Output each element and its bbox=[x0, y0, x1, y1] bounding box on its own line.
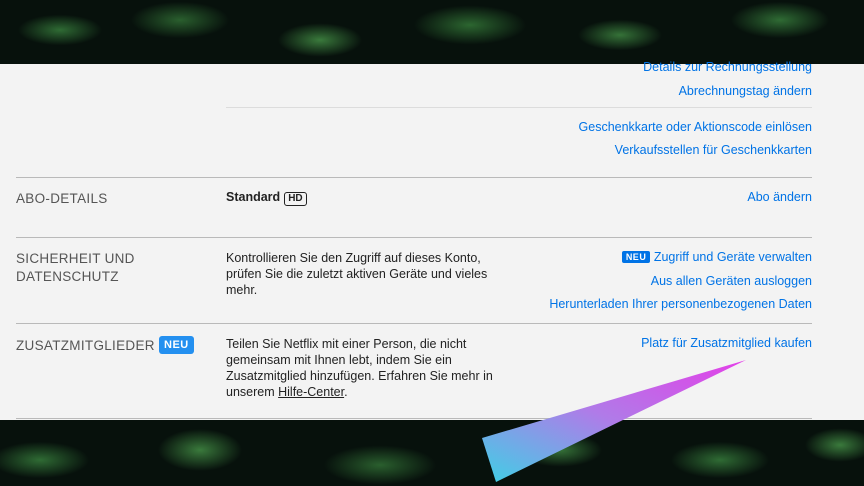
extra-members-description-line2: gemeinsam mit Ihnen lebt, indem Sie ein bbox=[226, 353, 452, 367]
section-divider bbox=[16, 177, 812, 178]
security-description-line3: mehr. bbox=[226, 283, 258, 297]
buy-extra-member-slot-link[interactable]: Platz für Zusatzmitglied kaufen bbox=[641, 336, 812, 350]
extra-members-description-line3: Zusatzmitglied hinzufügen. Erfahren Sie … bbox=[226, 369, 493, 383]
security-description-line1: Kontrollieren Sie den Zugriff auf dieses… bbox=[226, 251, 481, 265]
hd-badge: HD bbox=[284, 192, 307, 206]
gift-card-retailers-link[interactable]: Verkaufsstellen für Geschenkkarten bbox=[615, 143, 812, 157]
manage-access-devices-link[interactable]: NEU Zugriff und Geräte verwalten bbox=[621, 250, 812, 264]
manage-access-devices-label: Zugriff und Geräte verwalten bbox=[653, 250, 812, 264]
security-title: SICHERHEIT UND DATENSCHUTZ bbox=[16, 250, 135, 286]
new-badge: NEU bbox=[621, 251, 651, 263]
extra-members-title: ZUSATZMITGLIEDER bbox=[16, 338, 155, 353]
security-title-line1: SICHERHEIT UND bbox=[16, 251, 135, 266]
help-center-link[interactable]: Hilfe-Center bbox=[278, 385, 344, 399]
background-leaves-top bbox=[0, 0, 864, 64]
extra-members-description-line4-suffix: . bbox=[344, 385, 348, 399]
new-badge: NEU bbox=[159, 336, 194, 354]
billing-details-link[interactable]: Details zur Rechnungsstellung bbox=[643, 60, 812, 74]
section-divider bbox=[16, 237, 812, 238]
security-description-line2: prüfen Sie die zuletzt aktiven Geräte un… bbox=[226, 267, 488, 281]
plan-name-text: Standard bbox=[226, 190, 281, 204]
plan-details-title: ABO-DETAILS bbox=[16, 191, 108, 206]
extra-members-description-line4-prefix: unserem bbox=[226, 385, 279, 399]
section-divider bbox=[16, 418, 812, 419]
account-settings-panel: Details zur Rechnungsstellung Abrechnung… bbox=[0, 60, 864, 420]
section-divider bbox=[16, 323, 812, 324]
redeem-gift-card-link[interactable]: Geschenkkarte oder Aktionscode einlösen bbox=[579, 120, 812, 134]
download-personal-data-link[interactable]: Herunterladen Ihrer personenbezogenen Da… bbox=[549, 297, 812, 311]
change-billing-day-link[interactable]: Abrechnungstag ändern bbox=[679, 84, 812, 98]
background-leaves-bottom bbox=[0, 420, 864, 486]
change-plan-link[interactable]: Abo ändern bbox=[747, 190, 812, 204]
extra-members-description-line1: Teilen Sie Netflix mit einer Person, die… bbox=[226, 337, 467, 351]
extra-members-description: Teilen Sie Netflix mit einer Person, die… bbox=[226, 336, 493, 400]
security-description: Kontrollieren Sie den Zugriff auf dieses… bbox=[226, 250, 487, 298]
security-title-line2: DATENSCHUTZ bbox=[16, 269, 119, 284]
plan-name: Standard HD bbox=[226, 190, 307, 206]
sign-out-all-devices-link[interactable]: Aus allen Geräten ausloggen bbox=[651, 274, 812, 288]
divider bbox=[226, 107, 812, 108]
